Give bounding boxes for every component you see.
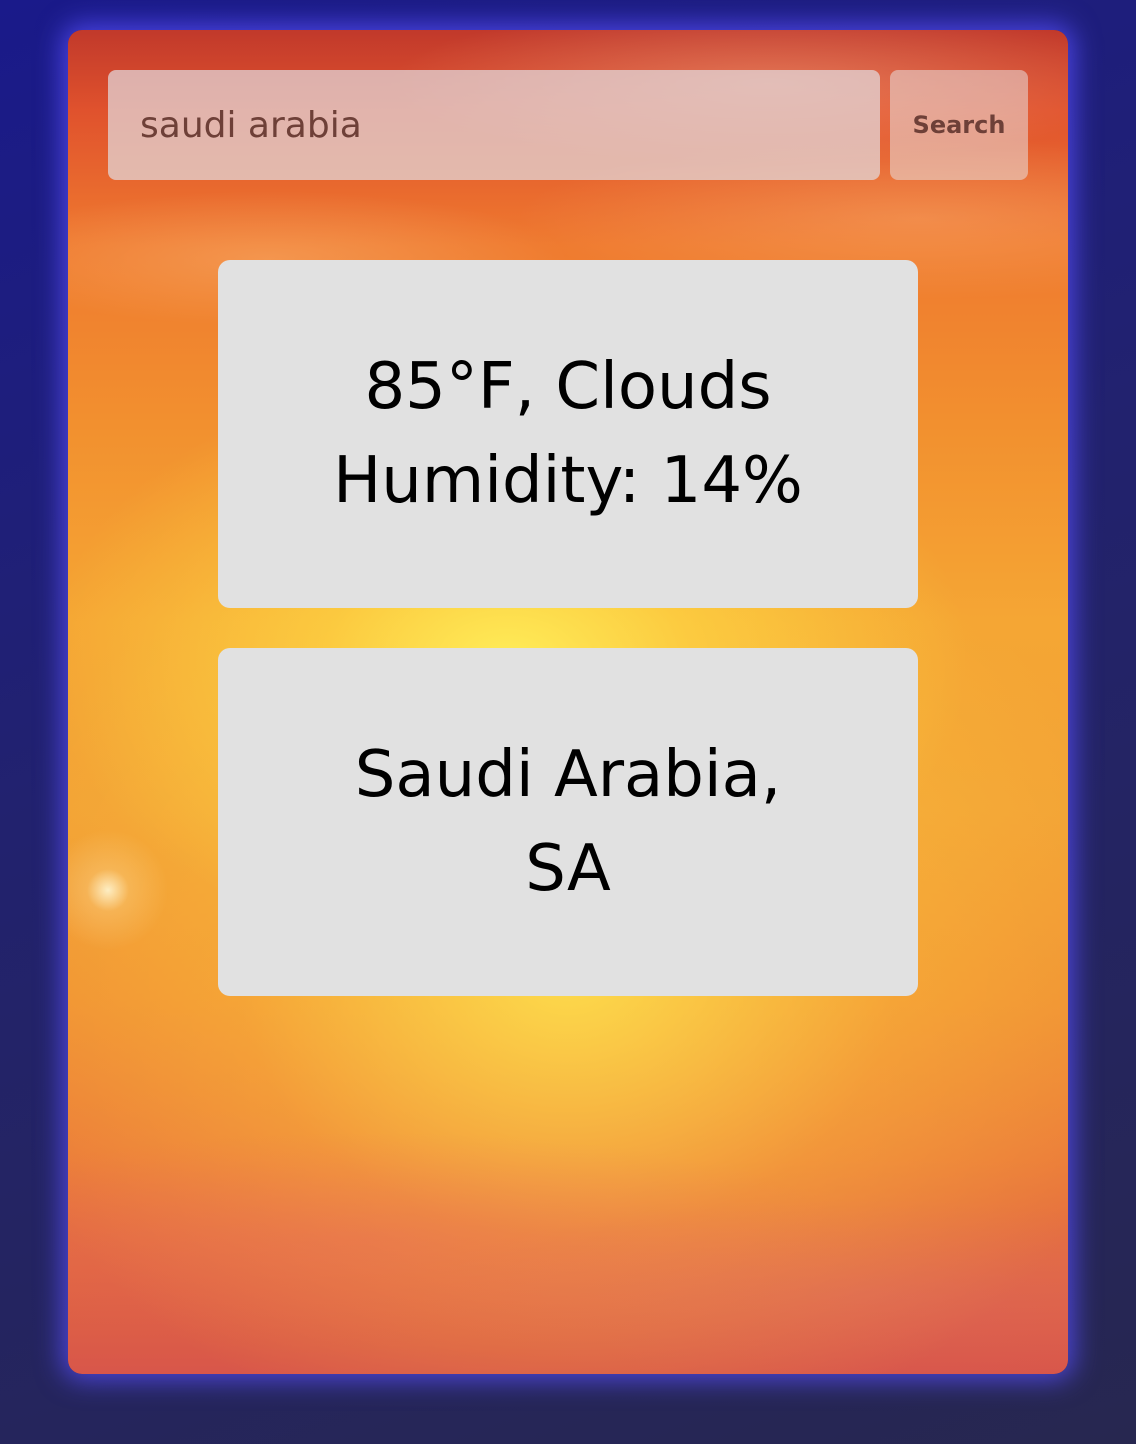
country-code-text: SA [525, 832, 611, 906]
weather-panel: 85°F, Clouds Humidity: 14% [218, 260, 918, 608]
search-button[interactable]: Search [890, 70, 1028, 180]
weather-app-card: Search 85°F, Clouds Humidity: 14% Saudi … [68, 30, 1068, 1374]
humidity-text: Humidity: 14% [333, 444, 803, 518]
temperature-conditions-text: 85°F, Clouds [364, 350, 772, 424]
search-input[interactable] [108, 70, 880, 180]
location-name-text: Saudi Arabia, [354, 738, 782, 812]
location-panel: Saudi Arabia, SA [218, 648, 918, 996]
